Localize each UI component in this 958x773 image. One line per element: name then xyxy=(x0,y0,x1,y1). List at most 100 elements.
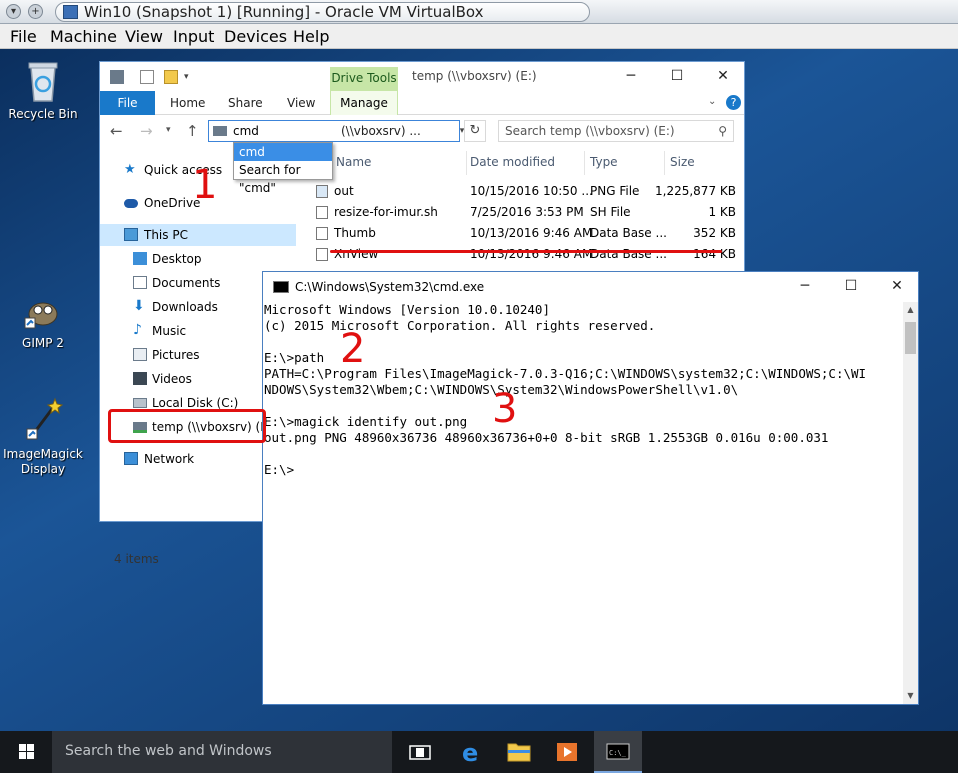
column-separator xyxy=(664,151,665,175)
music-note-icon: ♪ xyxy=(133,322,142,338)
file-row[interactable]: resize-for-imur.sh 7/25/2016 3:53 PM SH … xyxy=(308,202,744,223)
png-file-icon xyxy=(316,185,328,198)
tab-manage[interactable]: Manage xyxy=(330,91,398,115)
scroll-down-icon[interactable]: ▼ xyxy=(903,688,918,704)
computer-icon xyxy=(124,228,138,241)
taskbar-cmd-button[interactable]: C:\_ xyxy=(594,731,642,773)
taskbar-explorer-button[interactable] xyxy=(495,731,543,773)
recent-locations-icon[interactable]: ▾ xyxy=(166,125,171,135)
taskbar-search-box[interactable]: Search the web and Windows xyxy=(52,731,392,773)
annotation-number-3: 3 xyxy=(492,386,518,432)
cmd-titlebar: C:\Windows\System32\cmd.exe ─ ☐ ✕ xyxy=(263,272,918,302)
minimize-button[interactable]: ─ xyxy=(608,62,654,92)
taskbar-media-button[interactable] xyxy=(543,731,591,773)
cmd-maximize-button[interactable]: ☐ xyxy=(828,272,874,302)
recycle-bin-icon xyxy=(28,62,58,102)
desktop-icon-imagemagick[interactable]: ImageMagick Display xyxy=(3,397,83,477)
properties-icon[interactable] xyxy=(140,70,154,84)
file-row[interactable]: XnView 10/13/2016 9:46 AM Data Base ... … xyxy=(308,244,744,265)
drive-icon xyxy=(213,126,227,136)
scroll-thumb[interactable] xyxy=(905,322,916,354)
desktop-icon-label: ImageMagick Display xyxy=(3,447,83,476)
annotation-highlight-box xyxy=(108,409,266,443)
column-header-date[interactable]: Date modified xyxy=(470,155,555,169)
start-button[interactable] xyxy=(0,731,52,773)
hard-drive-icon xyxy=(133,398,147,408)
cmd-close-button[interactable]: ✕ xyxy=(874,272,920,302)
vbox-menu-button[interactable]: ▾ xyxy=(6,4,21,19)
nav-item-this-pc[interactable]: This PC xyxy=(100,224,296,246)
cmd-icon xyxy=(273,281,289,293)
search-input[interactable]: Search temp (\\vboxsrv) (E:) ⚲ xyxy=(498,120,734,142)
tab-view[interactable]: View xyxy=(287,96,315,110)
script-file-icon xyxy=(316,206,328,219)
task-view-icon xyxy=(409,745,431,760)
download-arrow-icon: ⬇ xyxy=(133,298,145,314)
star-icon: ★ xyxy=(124,162,136,177)
back-button[interactable]: ← xyxy=(110,122,123,140)
address-typed-text: cmd xyxy=(233,124,259,138)
maximize-button[interactable]: ☐ xyxy=(654,62,700,92)
menu-machine[interactable]: Machine xyxy=(50,27,117,46)
menu-view[interactable]: View xyxy=(125,27,163,46)
new-folder-icon[interactable] xyxy=(164,70,178,84)
autocomplete-item-search[interactable]: Search for "cmd" xyxy=(234,161,332,195)
autocomplete-item-cmd[interactable]: cmd xyxy=(234,143,332,161)
console-line: out.png PNG 48960x36736 48960x36736+0+0 … xyxy=(264,430,829,445)
address-input[interactable]: cmd (\\vboxsrv) ... xyxy=(208,120,460,142)
videos-icon xyxy=(133,372,147,385)
help-icon[interactable]: ? xyxy=(726,95,741,110)
address-autocomplete: cmd Search for "cmd" xyxy=(233,142,333,195)
column-header-size[interactable]: Size xyxy=(670,155,695,169)
file-row[interactable]: out 10/15/2016 10:50 ... PNG File 1,225,… xyxy=(308,181,744,202)
cmd-minimize-button[interactable]: ─ xyxy=(782,272,828,302)
menu-file[interactable]: File xyxy=(10,27,37,46)
cmd-scrollbar[interactable]: ▲ ▼ xyxy=(903,302,918,704)
tab-file[interactable]: File xyxy=(100,91,155,115)
documents-icon xyxy=(133,276,147,289)
forward-button[interactable]: → xyxy=(140,122,153,140)
address-bar: ← → ▾ ↑ cmd (\\vboxsrv) ... ▾ ↻ Search t… xyxy=(100,115,744,147)
tab-share[interactable]: Share xyxy=(228,96,263,110)
drive-icon xyxy=(110,70,124,84)
refresh-icon[interactable]: ↻ xyxy=(464,120,486,142)
vbox-window-title: Win10 (Snapshot 1) [Running] - Oracle VM… xyxy=(55,2,590,22)
network-icon xyxy=(124,452,138,465)
pictures-icon xyxy=(133,348,147,361)
annotation-underline xyxy=(330,250,722,253)
quick-access-dropdown-icon[interactable]: ▾ xyxy=(184,70,198,84)
taskbar-edge-button[interactable]: e xyxy=(447,731,495,773)
menu-input[interactable]: Input xyxy=(173,27,214,46)
file-row[interactable]: Thumb 10/13/2016 9:46 AM Data Base ... 3… xyxy=(308,223,744,244)
svg-text:e: e xyxy=(462,739,478,767)
virtualbox-icon xyxy=(63,5,78,19)
svg-text:C:\_: C:\_ xyxy=(609,749,627,757)
column-header-name[interactable]: Name xyxy=(336,155,371,169)
menu-help[interactable]: Help xyxy=(293,27,329,46)
explorer-titlebar: ▾ temp (\\vboxsrv) (E:) ─ ☐ ✕ xyxy=(100,62,744,93)
address-path-text: (\\vboxsrv) ... xyxy=(341,124,421,138)
up-button[interactable]: ↑ xyxy=(186,122,199,140)
vbox-maximize-button[interactable]: + xyxy=(28,4,43,19)
scroll-up-icon[interactable]: ▲ xyxy=(903,302,918,318)
command-prompt-icon: C:\_ xyxy=(606,743,630,760)
tab-home[interactable]: Home xyxy=(170,96,205,110)
nav-item-desktop[interactable]: Desktop xyxy=(100,248,296,270)
cloud-icon xyxy=(124,199,138,208)
desktop-icon-recycle-bin[interactable]: Recycle Bin xyxy=(3,59,83,122)
windows-logo-icon xyxy=(19,744,34,759)
desktop-icon-gimp[interactable]: GIMP 2 xyxy=(3,292,83,351)
drive-tools-context-label: Drive Tools xyxy=(330,67,398,91)
vbox-title-text: Win10 (Snapshot 1) [Running] - Oracle VM… xyxy=(84,3,484,21)
ribbon-expand-icon[interactable]: ⌄ xyxy=(708,96,716,107)
edge-icon: e xyxy=(462,739,478,767)
menu-devices[interactable]: Devices xyxy=(224,27,287,46)
status-item-count: 4 items xyxy=(114,552,159,566)
task-view-button[interactable] xyxy=(396,731,444,773)
console-line: E:\> xyxy=(264,462,295,477)
column-header-type[interactable]: Type xyxy=(590,155,618,169)
close-button[interactable]: ✕ xyxy=(700,62,746,92)
console-line: NDOWS\System32\Wbem;C:\WINDOWS\System32\… xyxy=(264,382,739,397)
